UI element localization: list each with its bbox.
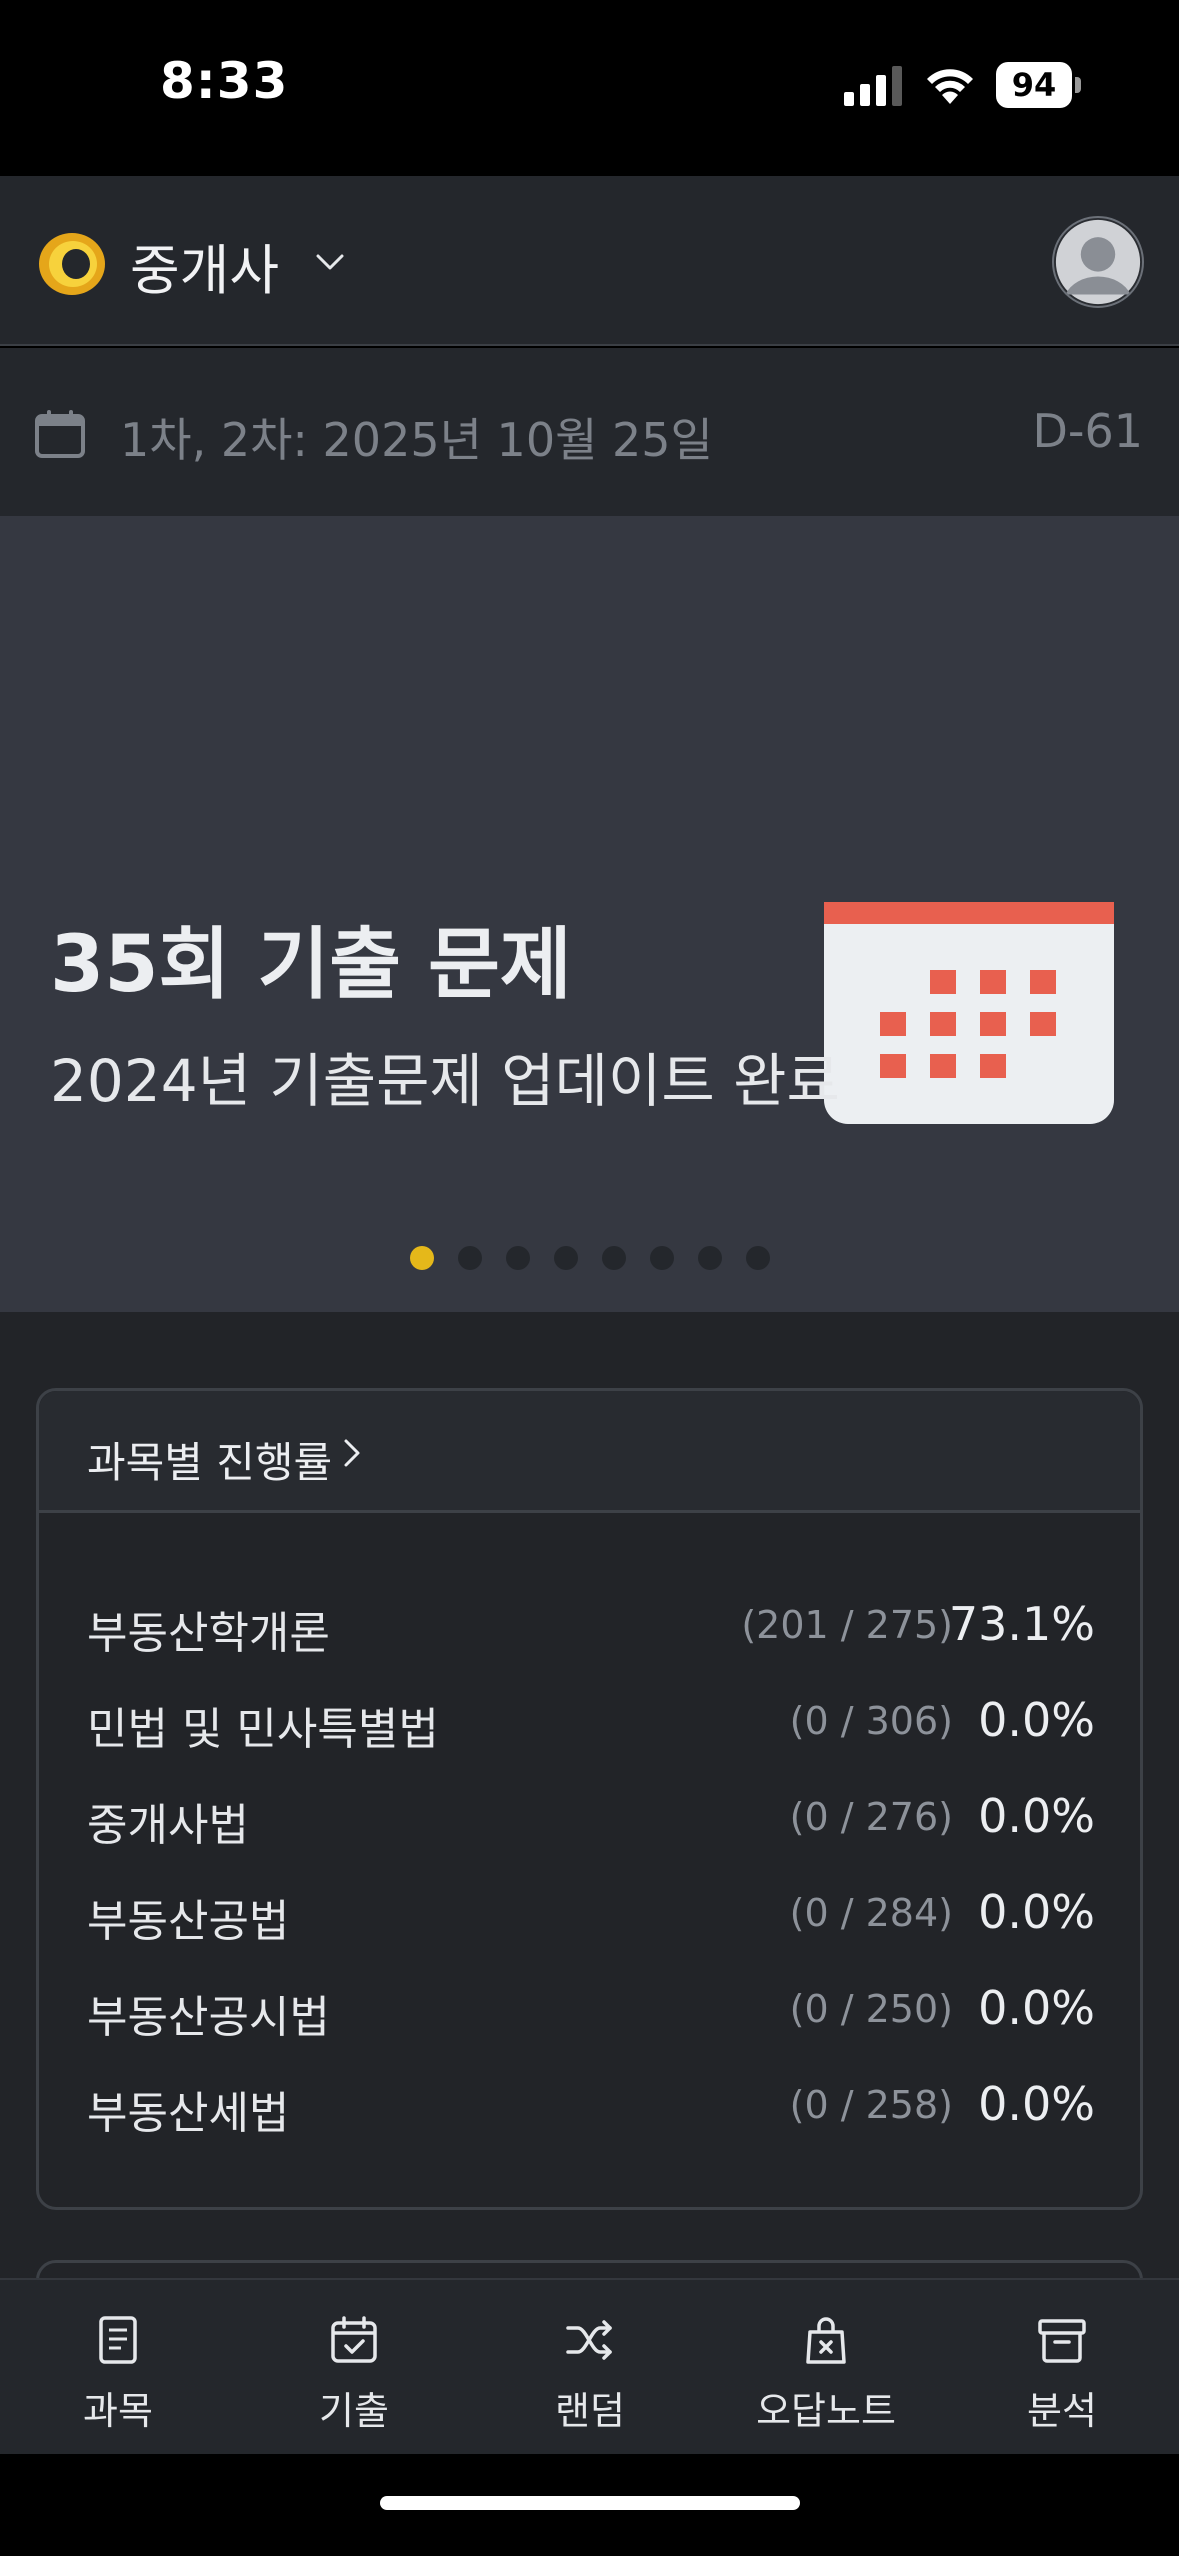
subject-percent: 0.0% <box>978 1981 1095 2035</box>
carousel-dot[interactable] <box>554 1246 578 1270</box>
subject-count: (0 / 276) <box>789 1795 953 1839</box>
tab-label: 기출 <box>319 2389 389 2433</box>
subject-percent: 0.0% <box>978 1885 1095 1939</box>
banner-subtitle: 2024년 기출문제 업데이트 완료 <box>50 1047 840 1115</box>
carousel-dot[interactable] <box>506 1246 530 1270</box>
banner-title: 35회 기출 문제 <box>50 920 572 1010</box>
exam-selector[interactable]: 중개사 <box>130 226 279 305</box>
subject-percent: 0.0% <box>978 1693 1095 1747</box>
subject-progress-card: 과목별 진행률 부동산학개론 (201 / 275) 73.1% 민법 및 민사특별법… <box>36 1388 1143 2210</box>
chevron-down-icon[interactable] <box>312 244 348 280</box>
cellular-signal-icon <box>844 66 902 106</box>
battery-tip <box>1075 77 1081 93</box>
subject-percent: 73.1% <box>948 1597 1095 1651</box>
shuffle-icon <box>566 2320 612 2360</box>
subject-name: 부동산학개론 <box>87 1608 330 1659</box>
wifi-icon <box>927 69 973 104</box>
banner-carousel[interactable]: 35회 기출 문제 2024년 기출문제 업데이트 완료 <box>0 516 1179 1312</box>
exam-date-text: 1차, 2차: 2025년 10월 25일 <box>120 413 713 467</box>
subject-row[interactable]: 부동산학개론 (201 / 275) 73.1% <box>87 1585 1095 1665</box>
tab-analysis[interactable]: 분석 <box>944 2280 1179 2456</box>
archive-icon <box>1038 2319 1086 2363</box>
tab-label: 과목 <box>83 2389 153 2433</box>
tab-subjects[interactable]: 과목 <box>0 2280 236 2456</box>
subject-count: (0 / 258) <box>789 2083 953 2127</box>
subject-row[interactable]: 부동산세법 (0 / 258) 0.0% <box>87 2065 1095 2145</box>
subject-count: (0 / 306) <box>789 1699 953 1743</box>
home-indicator-area <box>0 2454 1179 2556</box>
status-time: 8:33 <box>160 52 289 110</box>
tab-past-exams[interactable]: 기출 <box>236 2280 472 2456</box>
calendar-icon <box>35 410 85 458</box>
tab-label: 분석 <box>1027 2389 1097 2433</box>
banner-calendar-icon <box>824 902 1114 1124</box>
carousel-dot[interactable] <box>746 1246 770 1270</box>
subject-count: (0 / 284) <box>789 1891 953 1935</box>
document-icon <box>99 2316 137 2364</box>
subject-row[interactable]: 부동산공시법 (0 / 250) 0.0% <box>87 1969 1095 2049</box>
carousel-dot[interactable] <box>698 1246 722 1270</box>
subject-name: 부동산공법 <box>87 1896 290 1947</box>
user-icon <box>1055 219 1141 305</box>
subject-row[interactable]: 부동산공법 (0 / 284) 0.0% <box>87 1873 1095 1953</box>
battery-indicator: 94 <box>996 62 1082 108</box>
carousel-dots <box>410 1246 770 1270</box>
subject-percent: 0.0% <box>978 1789 1095 1843</box>
subject-row[interactable]: 민법 및 민사특별법 (0 / 306) 0.0% <box>87 1681 1095 1761</box>
bottom-tab-bar: 과목 기출 랜덤 오답노트 분석 <box>0 2278 1179 2454</box>
exam-date-bar: 1차, 2차: 2025년 10월 25일 D-61 <box>0 348 1179 516</box>
home-indicator[interactable] <box>380 2496 800 2510</box>
app-logo-icon <box>39 233 105 295</box>
app-header: 중개사 <box>0 176 1179 346</box>
tab-wrong-answers[interactable]: 오답노트 <box>708 2280 944 2456</box>
carousel-dot[interactable] <box>458 1246 482 1270</box>
status-bar: 8:33 94 <box>0 0 1179 176</box>
carousel-dot[interactable] <box>650 1246 674 1270</box>
subject-name: 부동산공시법 <box>87 1992 330 2043</box>
subject-progress-title: 과목별 진행률 <box>87 1438 333 1487</box>
carousel-dot[interactable] <box>602 1246 626 1270</box>
calendar-check-icon <box>331 2316 377 2363</box>
subject-row[interactable]: 중개사법 (0 / 276) 0.0% <box>87 1777 1095 1857</box>
tab-label: 오답노트 <box>756 2389 896 2433</box>
subject-percent: 0.0% <box>978 2077 1095 2131</box>
subject-count: (201 / 275) <box>741 1603 953 1647</box>
battery-level: 94 <box>996 62 1072 108</box>
subject-name: 중개사법 <box>87 1800 249 1851</box>
wrong-answer-bag-icon <box>806 2317 846 2364</box>
avatar[interactable] <box>1052 216 1144 308</box>
subject-name: 부동산세법 <box>87 2088 290 2139</box>
subject-progress-header[interactable]: 과목별 진행률 <box>39 1391 1140 1513</box>
tab-label: 랜덤 <box>555 2389 625 2433</box>
main-content: 과목별 진행률 부동산학개론 (201 / 275) 73.1% 민법 및 민사특별법… <box>0 1312 1179 2320</box>
chevron-right-icon <box>344 1439 360 1467</box>
dday-counter: D-61 <box>1032 404 1143 458</box>
subject-name: 민법 및 민사특별법 <box>87 1704 439 1755</box>
tab-random[interactable]: 랜덤 <box>472 2280 708 2456</box>
subject-count: (0 / 250) <box>789 1987 953 2031</box>
carousel-dot-active[interactable] <box>410 1246 434 1270</box>
